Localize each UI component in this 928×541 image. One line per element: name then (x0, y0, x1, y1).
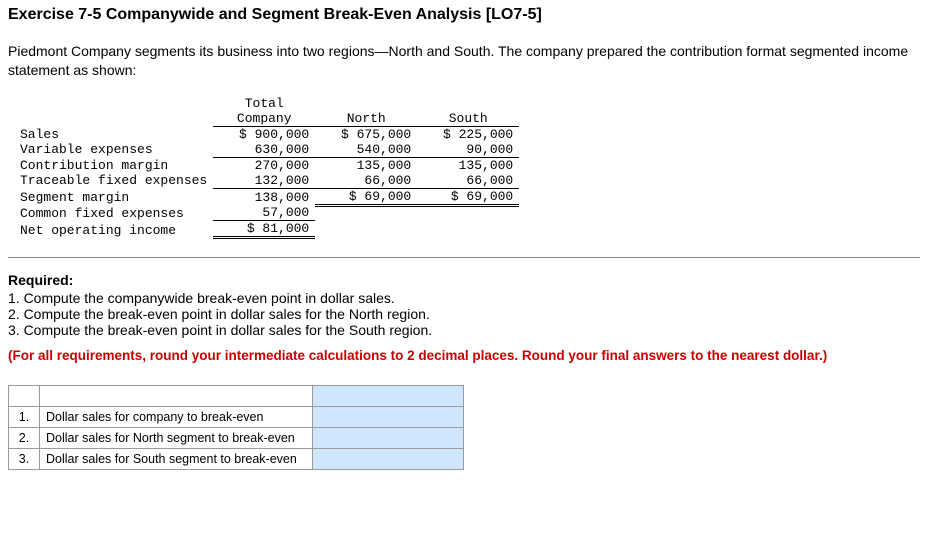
row-sales-total: $ 900,000 (213, 126, 315, 142)
row-sales-north: $ 675,000 (315, 126, 417, 142)
intro-text: Piedmont Company segments its business i… (8, 42, 920, 80)
row-segm-south: $ 69,000 (417, 188, 519, 205)
row-tfe-label: Traceable fixed expenses (14, 173, 213, 189)
row-tfe-south: 66,000 (417, 173, 519, 189)
row-sales-label: Sales (14, 126, 213, 142)
row-noi-total: $ 81,000 (213, 221, 315, 238)
row-tfe-north: 66,000 (315, 173, 417, 189)
col-north: North (315, 111, 417, 127)
row-cm-north: 135,000 (315, 157, 417, 173)
row-segm-label: Segment margin (14, 188, 213, 205)
col-south: South (417, 111, 519, 127)
answer-row1-input[interactable] (313, 407, 463, 427)
answer-header-num (9, 386, 40, 407)
row-noi-label: Net operating income (14, 221, 213, 238)
exercise-title: Exercise 7-5 Companywide and Segment Bre… (8, 6, 920, 24)
divider (8, 257, 920, 258)
row-tfe-total: 132,000 (213, 173, 315, 189)
answer-row2-label: Dollar sales for North segment to break-… (40, 428, 313, 449)
answer-row3-num: 3. (9, 449, 40, 470)
row-cfe-total: 57,000 (213, 205, 315, 221)
required-heading: Required: (8, 272, 920, 288)
required-3: 3. Compute the break-even point in dolla… (8, 322, 920, 338)
row-varexp-south: 90,000 (417, 142, 519, 158)
required-1: 1. Compute the companywide break-even po… (8, 290, 920, 306)
row-varexp-north: 540,000 (315, 142, 417, 158)
answer-row1-num: 1. (9, 407, 40, 428)
row-cfe-label: Common fixed expenses (14, 205, 213, 221)
row-cm-total: 270,000 (213, 157, 315, 173)
answer-row1-label: Dollar sales for company to break-even (40, 407, 313, 428)
row-sales-south: $ 225,000 (417, 126, 519, 142)
income-statement: Total Company North South Sales $ 900,00… (14, 96, 519, 240)
row-segm-north: $ 69,000 (315, 188, 417, 205)
answer-header-input (313, 386, 464, 407)
required-list: 1. Compute the companywide break-even po… (8, 290, 920, 338)
col-total-a: Total (213, 96, 315, 111)
row-segm-total: 138,000 (213, 188, 315, 205)
answer-header-desc (40, 386, 313, 407)
answer-row3-label: Dollar sales for South segment to break-… (40, 449, 313, 470)
answer-table: 1. Dollar sales for company to break-eve… (8, 385, 464, 470)
row-varexp-label: Variable expenses (14, 142, 213, 158)
required-2: 2. Compute the break-even point in dolla… (8, 306, 920, 322)
row-cm-south: 135,000 (417, 157, 519, 173)
answer-row3-input[interactable] (313, 449, 463, 469)
col-total-b: Company (213, 111, 315, 127)
answer-row2-input[interactable] (313, 428, 463, 448)
row-varexp-total: 630,000 (213, 142, 315, 158)
row-cm-label: Contribution margin (14, 157, 213, 173)
answer-row2-num: 2. (9, 428, 40, 449)
rounding-note: (For all requirements, round your interm… (8, 348, 920, 363)
